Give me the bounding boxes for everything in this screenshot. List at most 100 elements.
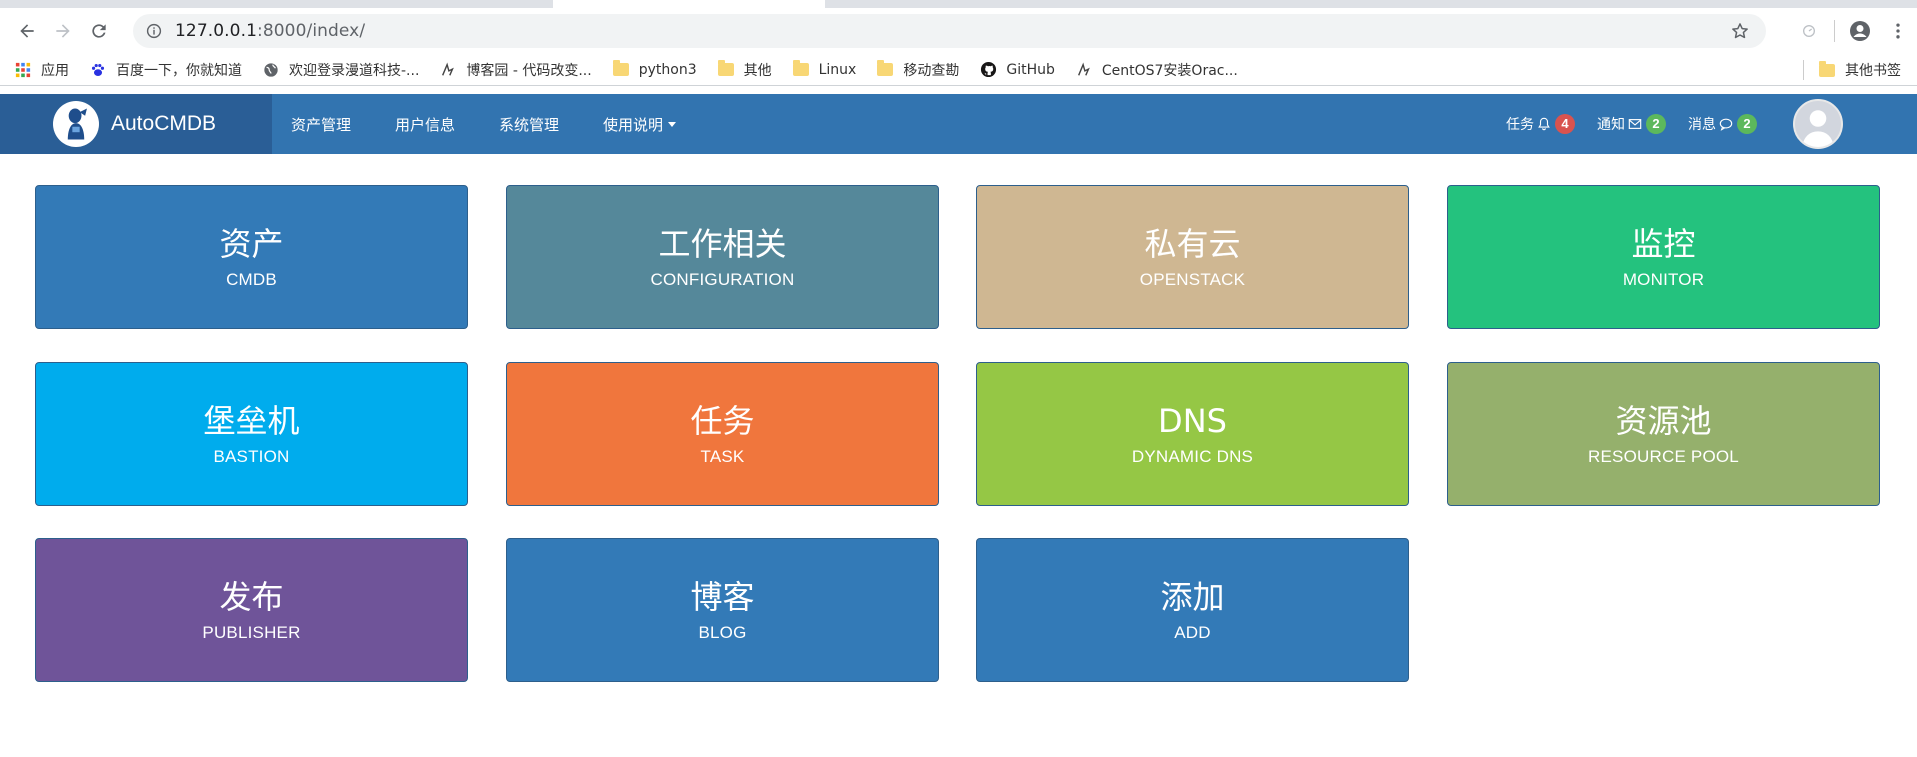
brand-logo-icon [53, 101, 99, 147]
bookmark-cnblogs[interactable]: 博客园 - 代码改变... [439, 60, 592, 80]
back-button[interactable] [10, 14, 44, 48]
tile-title: 私有云 [1144, 225, 1241, 263]
tile-subtitle: PUBLISHER [202, 623, 301, 642]
bookmark-star-icon[interactable] [1730, 21, 1750, 41]
folder-icon [612, 60, 630, 79]
toolbar-right [1790, 8, 1917, 54]
tile-subtitle: TASK [700, 447, 745, 466]
tile-task[interactable]: 任务 TASK [506, 362, 939, 506]
profile-button[interactable] [1841, 12, 1879, 50]
tile-openstack[interactable]: 私有云 OPENSTACK [976, 185, 1409, 329]
tile-configuration[interactable]: 工作相关 CONFIGURATION [506, 185, 939, 329]
bookmark-folder-linux[interactable]: Linux [792, 60, 857, 79]
account-circle-icon [1850, 21, 1870, 41]
bookmarks-divider [1803, 60, 1804, 80]
url-path: :8000/index/ [257, 21, 366, 41]
comment-icon [1719, 118, 1733, 131]
tile-dns[interactable]: DNS DYNAMIC DNS [976, 362, 1409, 506]
folder-icon [1818, 60, 1836, 79]
tile-title: 堡垒机 [203, 402, 300, 440]
bookmark-apps[interactable]: 应用 [14, 60, 69, 80]
other-bookmarks-label: 其他书签 [1845, 63, 1901, 79]
notices-badge: 2 [1646, 114, 1666, 134]
bookmark-folder-mobile[interactable]: 移动查勘 [876, 60, 959, 80]
menu-item-assets[interactable]: 资产管理 [272, 94, 373, 154]
cnblogs-icon [439, 61, 457, 79]
tile-title: DNS [1158, 402, 1227, 440]
bookmark-label: python3 [638, 61, 697, 78]
other-bookmarks-button[interactable]: 其他书签 [1818, 60, 1901, 80]
url-host: 127.0.0.1 [175, 21, 258, 41]
active-tab[interactable] [553, 0, 825, 8]
tile-monitor[interactable]: 监控 MONITOR [1447, 185, 1880, 329]
forward-button[interactable] [46, 14, 80, 48]
url-text: 127.0.0.1:8000/index/ [175, 21, 365, 41]
user-avatar-icon [1802, 110, 1834, 147]
menu-item-system[interactable]: 系统管理 [477, 94, 581, 154]
baidu-paw-icon [89, 61, 107, 79]
reload-button[interactable] [82, 14, 116, 48]
tile-subtitle: BASTION [213, 447, 290, 466]
bookmark-github[interactable]: GitHub [979, 61, 1055, 79]
tile-title: 博客 [690, 578, 755, 616]
other-bookmarks-area: 其他书签 [1803, 54, 1901, 86]
tile-cmdb[interactable]: 资产 CMDB [35, 185, 468, 329]
avatar[interactable] [1793, 99, 1843, 149]
tile-title: 添加 [1160, 578, 1225, 616]
github-icon [979, 61, 997, 79]
menu-item-help[interactable]: 使用说明 [581, 94, 698, 154]
bookmark-mandao[interactable]: 欢迎登录漫道科技-... [262, 60, 419, 80]
tile-resource-pool[interactable]: 资源池 RESOURCE POOL [1447, 362, 1880, 506]
bell-icon [1538, 117, 1550, 131]
main-menu: 资产管理 用户信息 系统管理 使用说明 [272, 94, 698, 154]
bookmark-centos[interactable]: CentOS7安装Orac... [1075, 60, 1238, 80]
tab-strip [0, 0, 1917, 8]
tile-blog[interactable]: 博客 BLOG [506, 538, 939, 682]
bookmark-label: 百度一下，你就知道 [116, 62, 242, 79]
tile-title: 任务 [690, 402, 755, 440]
menu-button[interactable] [1879, 12, 1917, 50]
more-vert-icon [1896, 23, 1900, 39]
address-bar[interactable]: 127.0.0.1:8000/index/ [133, 14, 1766, 48]
tile-subtitle: MONITOR [1622, 270, 1705, 289]
extension-button[interactable] [1790, 12, 1828, 50]
messages-badge: 2 [1737, 114, 1757, 134]
bookmark-label: GitHub [1006, 61, 1055, 78]
caret-down-icon [668, 121, 677, 127]
tile-subtitle: BLOG [698, 623, 747, 642]
tile-publisher[interactable]: 发布 PUBLISHER [35, 538, 468, 682]
extension-icon [1803, 25, 1815, 37]
brand[interactable]: AutoCMDB [0, 94, 272, 154]
bookmark-label: CentOS7安装Orac... [1101, 62, 1238, 79]
apps-grid-icon [14, 61, 32, 79]
messages-link[interactable]: 消息 2 [1688, 114, 1757, 134]
notices-link[interactable]: 通知 2 [1597, 114, 1666, 134]
tile-bastion[interactable]: 堡垒机 BASTION [35, 362, 468, 506]
tile-add[interactable]: 添加 ADD [976, 538, 1409, 682]
tile-title: 监控 [1631, 225, 1696, 263]
bookmark-label: 其他 [743, 62, 772, 79]
tile-title: 资产 [219, 225, 284, 263]
folder-icon [792, 60, 810, 79]
toolbar-divider [1834, 20, 1835, 42]
envelope-icon [1628, 119, 1642, 129]
folder-icon [876, 60, 894, 79]
navbar-right: 任务 4 通知 2 消息 2 [1506, 94, 1917, 154]
bookmark-label: 移动查勘 [903, 62, 960, 79]
bookmarks-bar: 应用 百度一下，你就知道 欢迎登录漫道科技-... 博客园 - 代码改变... … [0, 54, 1917, 86]
bookmark-folder-python3[interactable]: python3 [612, 60, 697, 79]
tile-subtitle: RESOURCE POOL [1588, 447, 1739, 466]
bookmark-label: Linux [818, 61, 857, 78]
reload-icon [92, 24, 106, 38]
arrow-left-icon [20, 24, 34, 38]
browser-toolbar: 127.0.0.1:8000/index/ [0, 8, 1917, 54]
bookmark-baidu[interactable]: 百度一下，你就知道 [89, 60, 242, 80]
menu-item-help-label: 使用说明 [603, 115, 664, 134]
tasks-link[interactable]: 任务 4 [1506, 114, 1575, 134]
menu-item-users[interactable]: 用户信息 [373, 94, 477, 154]
folder-icon [717, 60, 735, 79]
info-icon[interactable] [145, 22, 163, 40]
bookmark-folder-other[interactable]: 其他 [717, 60, 772, 80]
app-navbar: AutoCMDB 资产管理 用户信息 系统管理 使用说明 任务 4 通知 2 消… [0, 94, 1917, 154]
tile-title: 资源池 [1615, 402, 1712, 440]
